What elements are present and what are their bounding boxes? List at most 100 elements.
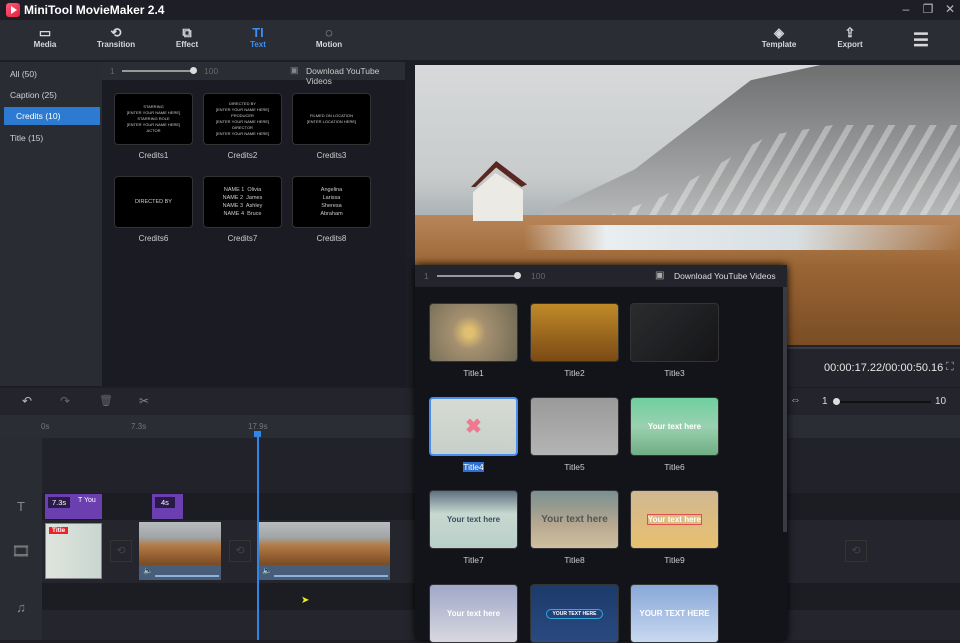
zoom-min-label: 1 xyxy=(822,396,828,407)
volume-icon[interactable]: 🔈 xyxy=(143,566,153,575)
player-controls: 00:00:17.22/00:00:50.16 ⛶ xyxy=(787,345,960,387)
title-thumbnail[interactable]: Your text here xyxy=(630,490,719,549)
slider-min-label: 1 xyxy=(424,271,429,281)
fullscreen-icon[interactable]: ⛶ xyxy=(946,361,954,374)
title-label: Title7 xyxy=(463,555,484,565)
credits-preview-text: DIRECTED BY xyxy=(135,198,172,205)
credits-label: Credits8 xyxy=(316,234,347,243)
close-button[interactable]: ✕ xyxy=(940,2,960,18)
template-button[interactable]: ◈ Template xyxy=(744,20,814,60)
title-label: Title1 xyxy=(463,368,484,378)
credits-label: Credits3 xyxy=(316,151,347,160)
title-thumbnail[interactable]: Your text here xyxy=(530,490,619,549)
tab-media[interactable]: ▭ Media xyxy=(10,20,80,60)
volume-icon[interactable]: 🔈 xyxy=(262,566,272,575)
redo-icon[interactable]: ↷ xyxy=(60,394,70,408)
app-logo-icon xyxy=(6,3,20,17)
title-thumbnail[interactable] xyxy=(530,303,619,362)
title-thumbnail[interactable]: YOUR TEXT HERE xyxy=(630,584,719,643)
title-thumbnail[interactable]: Your text here xyxy=(429,490,518,549)
transition-slot-icon[interactable]: ⟲ xyxy=(229,540,251,562)
ruler-tick: 0s xyxy=(41,422,50,431)
template-label: Template xyxy=(761,40,797,49)
menu-icon[interactable]: ☰ xyxy=(886,20,956,60)
title-clip[interactable]: Title xyxy=(45,523,102,579)
transition-slot-icon[interactable]: ⟲ xyxy=(845,540,867,562)
motion-icon: ◌ xyxy=(325,25,333,40)
video-clip[interactable]: 🔈 xyxy=(139,522,221,580)
credits-label: Credits7 xyxy=(227,234,258,243)
text-icon: TI xyxy=(252,25,264,40)
folder-icon: ▭ xyxy=(38,25,52,40)
credits-thumbnail[interactable]: DIRECTED BY xyxy=(114,176,193,228)
fit-timeline-icon[interactable]: ⇔ xyxy=(790,394,801,406)
credits-thumbnail[interactable]: DIRECTED BY [ENTER YOUR NAME HERE] PRODU… xyxy=(203,93,282,145)
playhead[interactable] xyxy=(257,433,259,640)
title-preview-text: Your text here xyxy=(541,514,608,525)
zoom-knob[interactable] xyxy=(833,398,840,405)
download-youtube-link[interactable]: Download YouTube Videos xyxy=(674,271,776,281)
credits-thumbnail[interactable]: STARRING [ENTER YOUR NAME HERE] STARRING… xyxy=(114,93,193,145)
clip-duration: 7.3s xyxy=(48,497,71,508)
title-preview-text: Your text here xyxy=(446,515,501,524)
title-preview-text: Your text here xyxy=(446,609,501,618)
playhead-handle[interactable] xyxy=(254,431,261,437)
text-clip[interactable]: 4s xyxy=(152,494,183,519)
playback-progress[interactable] xyxy=(787,347,960,349)
title-bar: MiniTool MovieMaker 2.4 – ❐ ✕ xyxy=(0,0,960,20)
category-title[interactable]: Title (15) xyxy=(4,129,96,147)
upload-icon: ⇪ xyxy=(844,25,856,40)
download-youtube-link[interactable]: Download YouTube Videos xyxy=(306,66,405,86)
tab-effect[interactable]: ⧉ Effect xyxy=(152,20,222,60)
title-thumbnail[interactable]: YOUR TEXT HERE xyxy=(530,584,619,643)
credits-label: Credits2 xyxy=(227,151,258,160)
zoom-max-label: 10 xyxy=(935,396,947,407)
category-all[interactable]: All (50) xyxy=(4,65,96,83)
title-preview-text: YOUR TEXT HERE xyxy=(545,608,604,619)
credits-thumbnail[interactable]: Angelina Larissa Sheresa Abraham xyxy=(292,176,371,228)
video-clip[interactable]: 🔈 xyxy=(258,522,390,580)
thumb-size-row: 1 100 ▣ Download YouTube Videos xyxy=(102,62,405,86)
tab-motion[interactable]: ◌ Motion xyxy=(294,20,364,60)
minimize-button[interactable]: – xyxy=(896,2,916,18)
maximize-button[interactable]: ❐ xyxy=(918,2,938,18)
cross-icon: ✖ xyxy=(465,416,482,438)
ruler-tick: 7.3s xyxy=(131,422,147,431)
title-library-popup: 1 100 ▣ Download YouTube Videos Title1 Ti… xyxy=(415,265,787,643)
credits-label: Credits6 xyxy=(138,234,169,243)
thumb-size-slider[interactable] xyxy=(437,275,517,277)
audio-level xyxy=(155,575,219,577)
title-preview-text: Your text here xyxy=(646,514,703,525)
main-toolbar: ▭ Media ⟲ Transition ⧉ Effect TI Text ◌ Motio… xyxy=(0,20,960,60)
title-thumbnail[interactable]: Your text here xyxy=(630,397,719,456)
slider-knob[interactable] xyxy=(190,67,197,74)
tab-text[interactable]: TI Text xyxy=(223,20,293,60)
credits-thumbnail[interactable]: FILMED ON LOCATION [ENTER LOCATION HERE] xyxy=(292,93,371,145)
tab-label: Motion xyxy=(315,40,343,49)
title-thumbnail[interactable]: ✖ xyxy=(429,397,518,456)
snow-field xyxy=(415,225,960,250)
timeline-zoom-slider[interactable] xyxy=(835,401,931,403)
title-thumbnail[interactable] xyxy=(630,303,719,362)
thumb-size-slider[interactable] xyxy=(122,70,192,72)
transition-slot-icon[interactable]: ⟲ xyxy=(110,540,132,562)
slider-knob[interactable] xyxy=(514,272,521,279)
title-thumbnail[interactable]: Your text here xyxy=(429,584,518,643)
tab-transition[interactable]: ⟲ Transition xyxy=(81,20,151,60)
title-thumbnail[interactable] xyxy=(429,303,518,362)
popup-scrollbar[interactable] xyxy=(783,287,787,532)
delete-icon[interactable]: 🗑 xyxy=(99,394,113,407)
category-caption[interactable]: Caption (25) xyxy=(4,86,96,104)
text-clip[interactable]: 7.3s T You xyxy=(45,494,102,519)
title-label: Title5 xyxy=(564,462,585,472)
credits-preview-text: Angelina Larissa Sheresa Abraham xyxy=(320,186,343,218)
app-title: MiniTool MovieMaker 2.4 xyxy=(24,3,165,17)
split-icon[interactable]: ✂ xyxy=(139,394,149,408)
tab-label: Media xyxy=(33,40,57,49)
credits-thumbnail[interactable]: NAME 1 Olivia NAME 2 James NAME 3 Ashley… xyxy=(203,176,282,228)
youtube-download-icon: ▣ xyxy=(290,65,299,75)
title-thumbnail[interactable] xyxy=(530,397,619,456)
category-credits[interactable]: Credits (10) xyxy=(4,107,100,125)
export-button[interactable]: ⇪ Export xyxy=(815,20,885,60)
undo-icon[interactable]: ↶ xyxy=(22,394,32,408)
